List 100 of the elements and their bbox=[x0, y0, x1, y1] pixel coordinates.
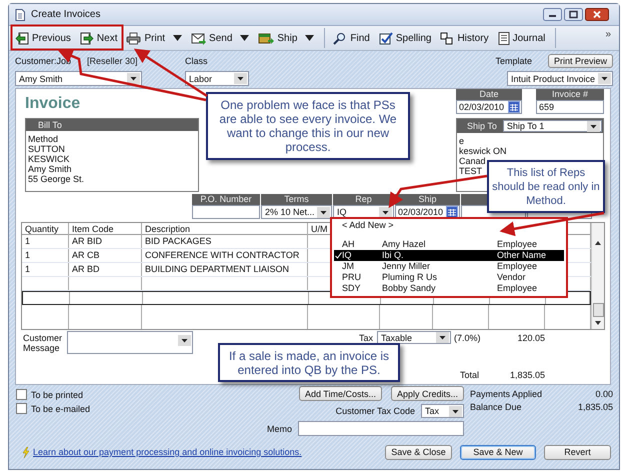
column-header: Terms bbox=[261, 194, 332, 205]
column-header[interactable]: Item Code bbox=[69, 223, 142, 235]
table-cell: 1 bbox=[22, 249, 69, 262]
tax-rate: (7.0%) bbox=[454, 332, 481, 342]
scroll-up-icon[interactable] bbox=[593, 239, 603, 247]
checkmark-icon bbox=[378, 32, 393, 44]
box-header: Ship To bbox=[467, 121, 497, 131]
address-line: keswick ON bbox=[459, 146, 507, 156]
table-cell: BUILDING DEPARTMENT LIAISON bbox=[142, 263, 308, 276]
close-button[interactable] bbox=[585, 8, 609, 21]
amount: 1,835.05 bbox=[578, 402, 613, 412]
caret-icon bbox=[127, 73, 140, 84]
address-line: e bbox=[459, 136, 464, 146]
caret-icon bbox=[598, 73, 611, 84]
dropdown-field[interactable]: Labor bbox=[185, 71, 249, 86]
toolbar-button[interactable]: Spelling bbox=[376, 30, 434, 46]
callout: This list of Reps should be read only in Method. bbox=[487, 160, 605, 213]
list-item[interactable]: IQ Ibi Q. Other Name bbox=[334, 250, 564, 261]
search-icon bbox=[332, 32, 348, 44]
caret-icon bbox=[379, 206, 392, 218]
footer-button[interactable]: Save & New bbox=[460, 444, 536, 460]
caret-icon[interactable] bbox=[173, 35, 182, 41]
list-item[interactable]: < Add New > bbox=[334, 220, 564, 231]
scrollbar[interactable] bbox=[591, 223, 604, 329]
input-field[interactable]: 659 bbox=[536, 100, 604, 114]
scroll-down-icon[interactable] bbox=[593, 319, 603, 327]
column-header: P.O. Number bbox=[192, 194, 260, 205]
calendar-icon[interactable] bbox=[446, 206, 458, 218]
date-field[interactable]: 02/03/2010 bbox=[456, 100, 522, 114]
dropdown-field[interactable]: Intuit Product Invoice bbox=[507, 71, 613, 86]
action-button[interactable]: Apply Credits... bbox=[390, 386, 464, 401]
list-item[interactable]: JM Jenny Miller Employee bbox=[334, 261, 564, 272]
calendar-icon[interactable] bbox=[508, 101, 520, 113]
column-header[interactable]: Description bbox=[142, 223, 308, 235]
right-arrow-icon bbox=[80, 32, 94, 44]
minimize-button[interactable] bbox=[543, 8, 562, 21]
column-header: Date bbox=[456, 89, 522, 100]
caret-icon bbox=[587, 120, 600, 132]
caret-icon[interactable] bbox=[240, 35, 250, 41]
squares-icon bbox=[440, 32, 454, 44]
toolbar-button[interactable]: Previous bbox=[12, 30, 74, 46]
caret-icon bbox=[234, 73, 247, 84]
toolbar-button[interactable]: Print bbox=[123, 30, 168, 46]
address-line: Amy Smith bbox=[28, 164, 72, 174]
field-label: Tax bbox=[359, 332, 374, 342]
input-field[interactable] bbox=[192, 205, 260, 219]
address-line: Method bbox=[28, 134, 58, 144]
summary-label: Balance Due bbox=[470, 402, 522, 412]
footer-button[interactable]: Save & Close bbox=[385, 444, 452, 460]
amount: 120.05 bbox=[517, 332, 545, 342]
print-preview-button[interactable]: Print Preview bbox=[548, 54, 613, 68]
field-label: Customer:Job bbox=[15, 56, 72, 66]
dropdown-field[interactable]: Ship To 1 bbox=[502, 120, 602, 132]
address-line: Canad bbox=[459, 156, 486, 166]
overflow-button[interactable]: » bbox=[605, 29, 616, 40]
column-header: Ship bbox=[395, 194, 460, 205]
list-item[interactable]: AH Amy Hazel Employee bbox=[334, 239, 564, 250]
dropdown-field[interactable]: Amy Smith bbox=[15, 71, 142, 86]
envelope-icon bbox=[191, 32, 206, 44]
table-cell: AR CB bbox=[69, 249, 142, 262]
summary-label: Payments Applied bbox=[470, 389, 542, 399]
box-header: Bill To bbox=[26, 119, 198, 131]
field-label: Customer Message bbox=[23, 332, 61, 355]
table-cell: AR BD bbox=[69, 263, 142, 276]
link[interactable]: Learn about our payment processing and online invoicing solutions. bbox=[33, 447, 302, 457]
checkbox[interactable]: To be printed bbox=[16, 389, 252, 400]
memo-field[interactable] bbox=[298, 421, 464, 436]
toolbar-button[interactable]: Send bbox=[188, 30, 236, 46]
table-cell: 1 bbox=[22, 263, 69, 276]
caret-icon[interactable] bbox=[305, 35, 314, 41]
address-line: SUTTON bbox=[28, 144, 65, 154]
field-label: Class bbox=[185, 55, 209, 68]
address-line: TEST bbox=[459, 166, 482, 176]
action-button[interactable]: Add Time/Costs... bbox=[298, 386, 382, 401]
checkbox[interactable]: To be e-mailed bbox=[16, 403, 252, 414]
caret-icon bbox=[436, 332, 449, 343]
table-cell: CONFERENCE WITH CONTRACTOR bbox=[142, 249, 308, 262]
list-item[interactable]: PRU Pluming R Us Vendor bbox=[334, 272, 564, 283]
dropdown-field[interactable]: Taxable bbox=[377, 331, 451, 344]
address-line: KESWICK bbox=[28, 154, 70, 164]
list-item[interactable]: SDY Bobby Sandy Employee bbox=[334, 283, 564, 294]
checkmark-icon bbox=[334, 252, 342, 259]
table-cell: 1 bbox=[22, 235, 69, 248]
table-cell: BID PACKAGES bbox=[142, 235, 308, 248]
toolbar-button[interactable]: Journal bbox=[494, 30, 548, 46]
dropdown-field[interactable]: 2% 10 Net... bbox=[261, 205, 332, 219]
toolbar-button[interactable]: History bbox=[437, 30, 492, 46]
table-cell: AR BID bbox=[69, 235, 142, 248]
column-header[interactable]: Quantity bbox=[22, 223, 69, 235]
restore-button[interactable] bbox=[564, 8, 583, 21]
toolbar-button[interactable]: Ship bbox=[255, 30, 300, 46]
dropdown-field[interactable]: Tax bbox=[421, 404, 464, 418]
toolbar-button[interactable]: Next bbox=[76, 30, 120, 46]
dropdown-field[interactable] bbox=[67, 331, 193, 354]
footer-button[interactable]: Revert bbox=[544, 444, 611, 460]
scroll-thumb[interactable] bbox=[592, 303, 604, 317]
invoice-title: Invoice bbox=[25, 94, 82, 112]
toolbar-button[interactable]: Find bbox=[329, 30, 373, 46]
printer-icon bbox=[126, 32, 142, 44]
caret-icon bbox=[178, 335, 191, 346]
